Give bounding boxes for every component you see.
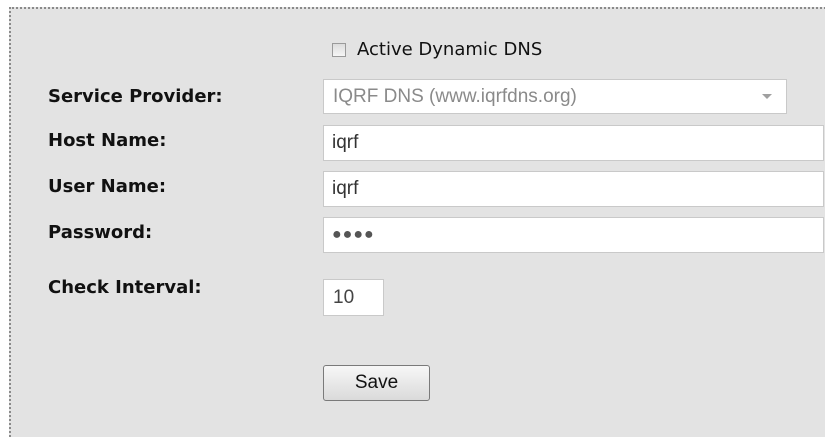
active-ddns-checkbox-row[interactable]: Active Dynamic DNS	[332, 39, 542, 60]
chevron-down-icon	[762, 94, 772, 99]
host-name-label: Host Name:	[48, 130, 167, 151]
password-input[interactable]: ●●●●	[323, 217, 824, 253]
active-ddns-label: Active Dynamic DNS	[357, 39, 543, 60]
user-name-input[interactable]: iqrf	[323, 171, 824, 207]
service-provider-label: Service Provider:	[48, 86, 223, 107]
save-button[interactable]: Save	[323, 365, 430, 401]
service-provider-select[interactable]: IQRF DNS (www.iqrfdns.org)	[323, 79, 787, 114]
check-interval-label: Check Interval:	[48, 277, 202, 298]
password-value: ●●●●	[332, 226, 375, 243]
host-name-value: iqrf	[332, 132, 359, 153]
ddns-settings-panel: Active Dynamic DNS Service Provider: IQR…	[9, 7, 825, 437]
host-name-input[interactable]: iqrf	[323, 125, 824, 161]
active-ddns-checkbox[interactable]	[332, 42, 346, 57]
user-name-label: User Name:	[48, 176, 167, 197]
service-provider-value: IQRF DNS (www.iqrfdns.org)	[333, 85, 577, 107]
user-name-value: iqrf	[332, 178, 359, 199]
check-interval-input[interactable]: 10	[323, 279, 384, 316]
password-label: Password:	[48, 222, 153, 243]
check-interval-value: 10	[333, 286, 355, 308]
